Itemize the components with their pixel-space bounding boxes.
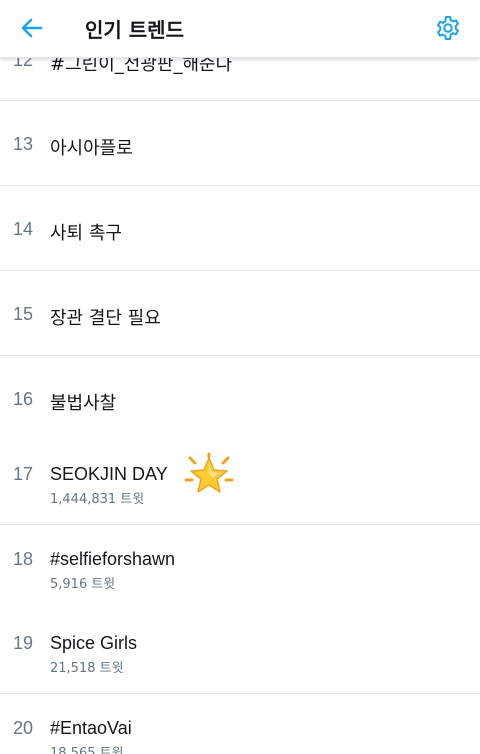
trend-topic: 사퇴 촉구 (50, 223, 122, 244)
tweet-count: 5,916 트윗 (50, 577, 116, 592)
settings-button[interactable] (432, 12, 464, 44)
trend-topic: 불법사찰 (50, 393, 117, 414)
trend-rank: 16 (13, 389, 34, 409)
trend-topic: 아시아플로 (50, 138, 133, 159)
trend-row-15[interactable]: 15 장관 결단 필요 (0, 271, 480, 356)
trend-topic: 장관 결단 필요 (50, 308, 161, 329)
trend-rank: 17 (13, 464, 34, 484)
tweet-count: 21,518 트윗 (50, 661, 124, 676)
trend-rank: 13 (13, 134, 34, 154)
trend-row-17[interactable]: 17 SEOKJIN DAY 1,444,831 트윗 (0, 440, 480, 525)
arrow-left-icon (21, 18, 43, 38)
trend-row-16[interactable]: 16 불법사찰 (0, 356, 480, 441)
back-button[interactable] (14, 12, 50, 44)
page-title: 인기 트렌드 (85, 18, 184, 42)
trend-topic: #selfieforshawn (50, 549, 176, 569)
tweet-count: 18,565 트윗 (50, 746, 124, 754)
trend-row-13[interactable]: 13 아시아플로 (0, 101, 480, 186)
tweet-count: 1,444,831 트윗 (50, 492, 145, 507)
trend-rank: 20 (13, 718, 34, 738)
trend-topic: Spice Girls (50, 633, 138, 653)
trend-rank: 19 (13, 633, 34, 653)
glowing-star-icon (184, 452, 234, 493)
trend-rank: 14 (13, 219, 34, 239)
trend-row-14[interactable]: 14 사퇴 촉구 (0, 186, 480, 271)
trend-row-20[interactable]: 20 #EntaoVai 18,565 트윗 (0, 694, 480, 754)
trend-rank: 18 (13, 549, 34, 569)
trend-row-19[interactable]: 19 Spice Girls 21,518 트윗 (0, 609, 480, 694)
gear-icon (437, 16, 459, 40)
trend-rank: 15 (13, 304, 34, 324)
trend-topic: #EntaoVai (50, 718, 132, 738)
trend-row-18[interactable]: 18 #selfieforshawn 5,916 트윗 (0, 525, 480, 610)
app-header: 인기 트렌드 (0, 0, 480, 58)
trend-topic: SEOKJIN DAY (50, 464, 168, 484)
